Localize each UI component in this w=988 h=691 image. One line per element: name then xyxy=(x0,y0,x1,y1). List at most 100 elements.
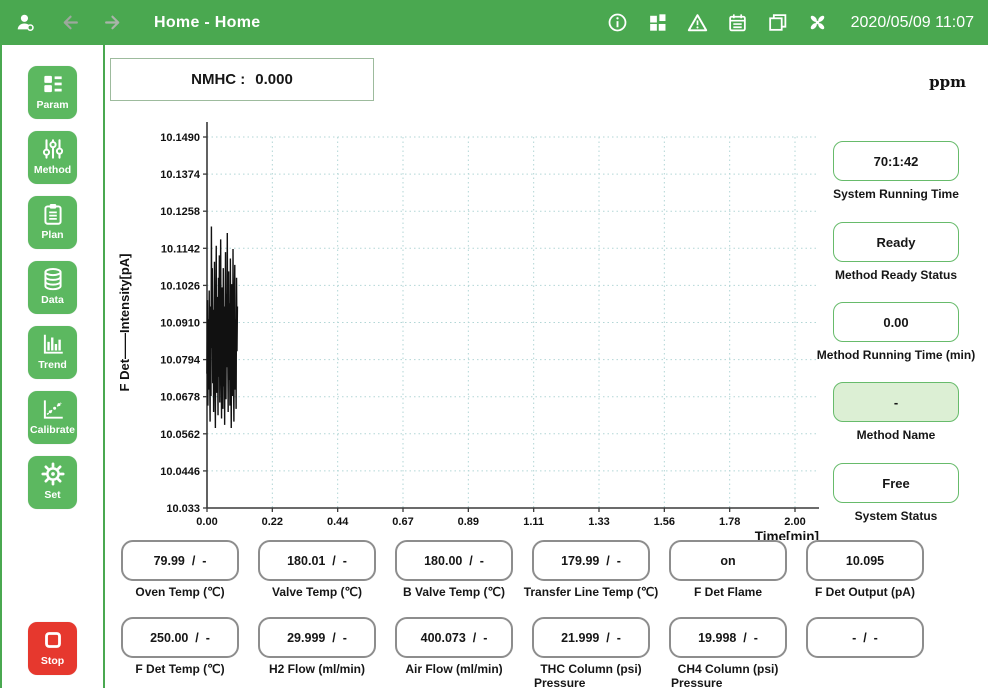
status-label: System Running Time xyxy=(811,187,981,201)
sidebar-item-method[interactable]: Method xyxy=(28,131,77,184)
header-bar: Home - Home 2020/05/09 11:07 xyxy=(0,0,988,45)
svg-text:1.33: 1.33 xyxy=(588,516,609,528)
readout-label: CH4 Column (psi)Pressure xyxy=(659,663,797,691)
readout-label: THC Column (psi)Pressure xyxy=(522,663,660,691)
readout-value-box: 180.00 / - xyxy=(395,540,513,581)
sidebar-item-label: Trend xyxy=(38,360,67,371)
sidebar-item-trend[interactable]: Trend xyxy=(28,326,77,379)
info-icon[interactable] xyxy=(607,12,629,34)
intensity-chart: 10.1490 10.1374 10.1258 10.1142 10.1026 10.09… xyxy=(107,110,837,540)
readout-group: 180.00 / - B Valve Temp (℃) xyxy=(385,540,523,600)
readout-group: 10.095 F Det Output (pA) xyxy=(796,540,934,600)
stop-button-label: Stop xyxy=(41,656,64,667)
readout-label-line2: Pressure xyxy=(671,677,797,691)
user-icon[interactable] xyxy=(14,12,36,34)
readout-group: 250.00 / -F Det Temp (℃) xyxy=(111,617,249,677)
svg-text:Time[min]: Time[min] xyxy=(755,529,819,540)
sidebar-item-data[interactable]: Data xyxy=(28,261,77,314)
fan-icon[interactable] xyxy=(807,12,829,34)
readout-label-line2: Pressure xyxy=(534,677,660,691)
stop-icon xyxy=(40,626,66,654)
dashboard-icon[interactable] xyxy=(647,12,669,34)
set-icon xyxy=(40,460,66,488)
readout-value-box: 79.99 / - xyxy=(121,540,239,581)
sidebar-item-label: Data xyxy=(41,295,64,306)
main-area: NMHC : 0.000 ppm 10.149010.137410.125810… xyxy=(105,45,988,688)
status-value: 70:1:42 xyxy=(874,154,919,169)
status-group: -Method Name xyxy=(811,382,981,442)
sidebar-item-calibrate[interactable]: Calibrate xyxy=(28,391,77,444)
readout-label: Transfer Line Temp (℃) xyxy=(522,586,660,600)
svg-text:10.1142: 10.1142 xyxy=(161,243,200,255)
svg-text:10.0446: 10.0446 xyxy=(160,466,200,478)
svg-text:0.22: 0.22 xyxy=(262,516,283,528)
readout-value-box: 179.99 / - xyxy=(532,540,650,581)
page-title: Home - Home xyxy=(154,14,260,32)
status-label: Method Name xyxy=(811,428,981,442)
readout-value-box: on xyxy=(669,540,787,581)
sidebar-item-set[interactable]: Set xyxy=(28,456,77,509)
sidebar-item-label: Calibrate xyxy=(30,425,75,436)
status-value: 0.00 xyxy=(883,315,908,330)
readout-value-box: - / - xyxy=(806,617,924,658)
status-value: Ready xyxy=(876,235,915,250)
readout-value-box: 10.095 xyxy=(806,540,924,581)
datetime-label: 2020/05/09 11:07 xyxy=(851,14,974,32)
readout-value-box: 180.01 / - xyxy=(258,540,376,581)
windows-icon[interactable] xyxy=(767,12,789,34)
sidebar-item-plan[interactable]: Plan xyxy=(28,196,77,249)
stop-button[interactable]: Stop xyxy=(28,622,77,675)
readout-group: 19.998 / - CH4 Column (psi)Pressure xyxy=(659,617,797,691)
warning-icon[interactable] xyxy=(687,12,709,34)
readout-value-box: 29.999 / - xyxy=(258,617,376,658)
readout-label: F Det Output (pA) xyxy=(796,586,934,600)
forward-arrow-icon[interactable] xyxy=(102,12,124,34)
nmhc-readout: NMHC : 0.000 xyxy=(110,58,374,101)
trend-icon xyxy=(40,330,66,358)
svg-text:10.1026: 10.1026 xyxy=(160,280,200,292)
svg-text:10.0910: 10.0910 xyxy=(160,318,200,330)
nmhc-label: NMHC : xyxy=(191,71,245,88)
status-label: System Status xyxy=(811,509,981,523)
readout-label: Oven Temp (℃) xyxy=(111,586,249,600)
param-icon xyxy=(40,70,66,98)
svg-text:F Det——Intensity[pA]: F Det——Intensity[pA] xyxy=(117,254,132,392)
readout-group: 79.99 / - Oven Temp (℃) xyxy=(111,540,249,600)
status-label: Method Ready Status xyxy=(811,268,981,282)
status-group: FreeSystem Status xyxy=(811,463,981,523)
svg-text:10.1490: 10.1490 xyxy=(160,132,200,144)
svg-text:10.1258: 10.1258 xyxy=(160,206,200,218)
svg-text:0.67: 0.67 xyxy=(392,516,413,528)
back-arrow-icon[interactable] xyxy=(58,12,80,34)
calibrate-icon xyxy=(40,395,66,423)
svg-text:10.1374: 10.1374 xyxy=(160,169,201,181)
svg-text:10.033: 10.033 xyxy=(166,503,200,515)
readout-group: 179.99 / - Transfer Line Temp (℃) xyxy=(522,540,660,600)
sidebar-item-label: Set xyxy=(44,490,60,501)
readout-value-box: 19.998 / - xyxy=(669,617,787,658)
unit-label: ppm xyxy=(929,73,966,91)
plan-icon xyxy=(40,200,66,228)
sidebar-item-label: Plan xyxy=(41,230,63,241)
calendar-icon[interactable] xyxy=(727,12,749,34)
sidebar: Param Method Plan Data Trend Calibrate Set Stop xyxy=(2,45,105,688)
svg-text:0.00: 0.00 xyxy=(196,516,217,528)
readout-label: F Det Flame xyxy=(659,586,797,600)
app-window: Home - Home 2020/05/09 11:07 Param Method… xyxy=(0,0,988,688)
readout-label: H2 Flow (ml/min) xyxy=(248,663,386,677)
sidebar-item-param[interactable]: Param xyxy=(28,66,77,119)
readout-value-box: 250.00 / - xyxy=(121,617,239,658)
svg-text:10.0678: 10.0678 xyxy=(160,392,200,404)
readout-group: 400.073 / -Air Flow (ml/min) xyxy=(385,617,523,677)
svg-text:0.44: 0.44 xyxy=(327,516,349,528)
status-group: 0.00Method Running Time (min) xyxy=(811,302,981,362)
readout-group: - / - xyxy=(796,617,934,663)
svg-text:10.0794: 10.0794 xyxy=(160,355,201,367)
sidebar-item-label: Param xyxy=(36,100,68,111)
svg-text:1.56: 1.56 xyxy=(654,516,675,528)
status-group: Ready Method Ready Status xyxy=(811,222,981,282)
status-group: 70:1:42 System Running Time xyxy=(811,141,981,201)
readout-label: B Valve Temp (℃) xyxy=(385,586,523,600)
readout-group: 21.999 / -THC Column (psi)Pressure xyxy=(522,617,660,691)
status-value-method-running-time-min: 0.00 xyxy=(833,302,959,342)
